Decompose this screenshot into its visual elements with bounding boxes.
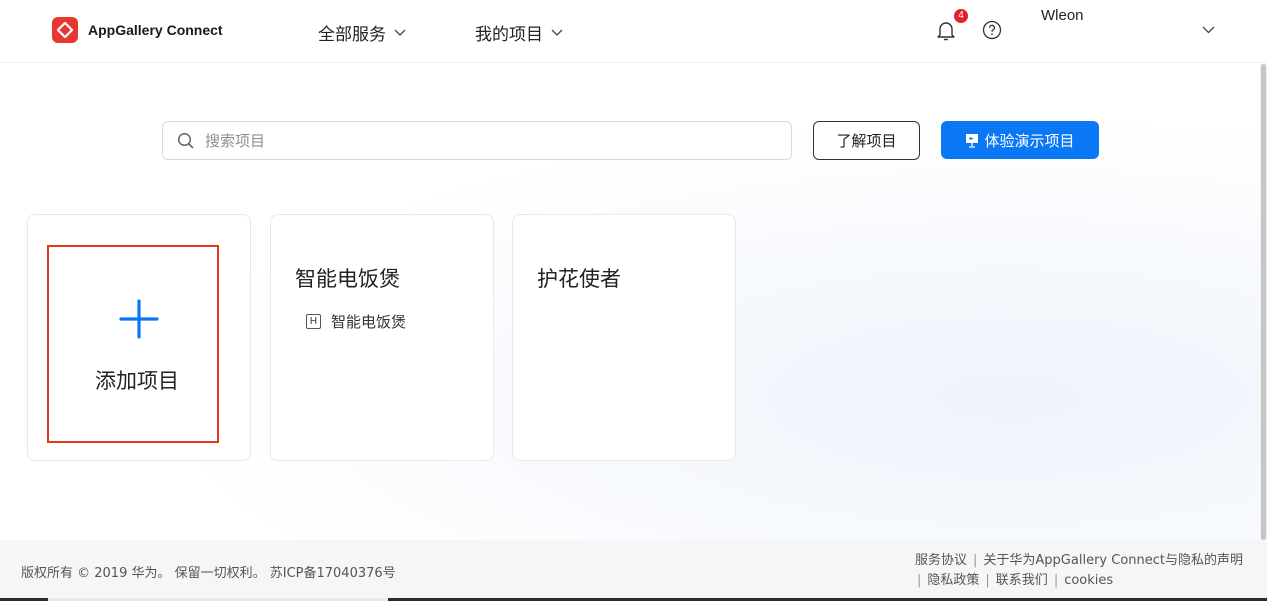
app-name: AppGallery Connect (88, 22, 223, 38)
notification-badge: 4 (954, 9, 968, 23)
nav-all-services[interactable]: 全部服务 (318, 20, 406, 45)
huawei-logo-icon (52, 17, 78, 43)
chevron-down-icon (394, 29, 406, 36)
chevron-down-icon[interactable] (1202, 26, 1215, 34)
copyright-text: 版权所有 © 2019 华为。 保留一切权利。 苏ICP备17040376号 (21, 566, 396, 581)
project-app-item[interactable]: H 智能电饭煲 (306, 311, 406, 332)
harmony-app-icon: H (306, 314, 321, 329)
scrollbar[interactable] (1260, 64, 1267, 540)
divider: | (917, 573, 922, 588)
presentation-icon (966, 133, 979, 148)
search-icon (177, 132, 194, 149)
search-box[interactable] (162, 121, 792, 160)
divider: | (1053, 573, 1059, 588)
divider: | (985, 573, 990, 588)
privacy-policy-link[interactable]: 隐私政策 (927, 573, 979, 588)
highlight-box (47, 245, 219, 443)
nav-my-projects-label: 我的项目 (475, 25, 543, 45)
project-card[interactable] (512, 214, 736, 461)
add-project-label[interactable]: 添加项目 (95, 365, 179, 395)
demo-project-button[interactable]: 体验演示项目 (941, 121, 1099, 159)
help-icon[interactable] (982, 20, 1002, 40)
search-input[interactable] (205, 131, 765, 150)
contact-us-link[interactable]: 联系我们 (996, 573, 1048, 588)
top-navigation-bar: AppGallery Connect 全部服务 我的项目 4 Wleon (0, 0, 1267, 63)
project-title[interactable]: 智能电饭煲 (295, 263, 400, 293)
divider: | (973, 553, 978, 568)
project-app-name: 智能电饭煲 (331, 313, 407, 331)
service-agreement-link[interactable]: 服务协议 (915, 553, 967, 568)
plus-icon[interactable] (119, 299, 159, 339)
app-logo[interactable]: AppGallery Connect (52, 17, 223, 43)
username[interactable]: Wleon (1041, 7, 1084, 24)
privacy-statement-link[interactable]: 关于华为AppGallery Connect与隐私的声明 (983, 553, 1243, 568)
footer-links: 服务协议 | 关于华为AppGallery Connect与隐私的声明 | 隐私政策 |… (915, 551, 1243, 591)
nav-all-services-label: 全部服务 (318, 25, 386, 45)
demo-project-label: 体验演示项目 (984, 131, 1075, 150)
learn-project-button[interactable]: 了解项目 (813, 121, 920, 160)
project-title[interactable]: 护花使者 (537, 263, 621, 293)
cookies-link[interactable]: cookies (1064, 573, 1113, 588)
scrollbar-thumb[interactable] (1261, 64, 1266, 540)
footer: 版权所有 © 2019 华为。 保留一切权利。 苏ICP备17040376号 服… (0, 540, 1267, 601)
nav-my-projects[interactable]: 我的项目 (475, 20, 563, 45)
bell-icon[interactable] (936, 20, 956, 42)
chevron-down-icon (551, 29, 563, 36)
project-card[interactable] (270, 214, 494, 461)
